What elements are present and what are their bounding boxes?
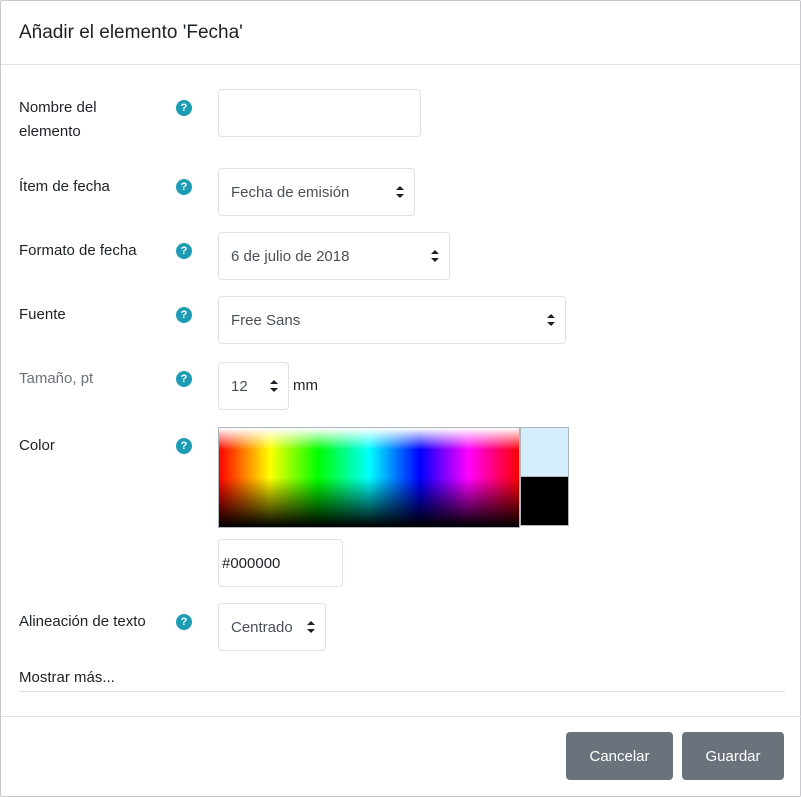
size-select[interactable]: 12 bbox=[218, 362, 289, 410]
alignment-label: Alineación de texto bbox=[19, 613, 146, 630]
date-item-label: Ítem de fecha bbox=[19, 178, 110, 195]
help-icon-alignment[interactable]: ? bbox=[176, 614, 192, 630]
alignment-value: Centrado bbox=[231, 618, 293, 636]
font-select[interactable]: Free Sans bbox=[218, 296, 566, 344]
select-caret-icon bbox=[431, 250, 439, 262]
select-caret-icon bbox=[547, 314, 555, 326]
footer-divider bbox=[1, 716, 801, 717]
select-caret-icon bbox=[307, 621, 315, 633]
size-value: 12 bbox=[231, 377, 248, 395]
name-label: Nombre del elemento bbox=[19, 96, 169, 144]
help-icon-date-item[interactable]: ? bbox=[176, 179, 192, 195]
show-more-link[interactable]: Mostrar más... bbox=[19, 669, 115, 686]
date-item-value: Fecha de emisión bbox=[231, 183, 350, 201]
date-format-select[interactable]: 6 de julio de 2018 bbox=[218, 232, 450, 280]
date-format-label: Formato de fecha bbox=[19, 242, 137, 259]
select-caret-icon bbox=[396, 186, 404, 198]
cancel-button[interactable]: Cancelar bbox=[566, 732, 673, 780]
help-icon-font[interactable]: ? bbox=[176, 307, 192, 323]
save-button[interactable]: Guardar bbox=[682, 732, 784, 780]
size-label: Tamaño, pt bbox=[19, 370, 94, 387]
date-format-value: 6 de julio de 2018 bbox=[231, 247, 350, 265]
alignment-select[interactable]: Centrado bbox=[218, 603, 326, 651]
help-icon-color[interactable]: ? bbox=[176, 438, 192, 454]
help-icon-size[interactable]: ? bbox=[176, 371, 192, 387]
color-preview-selected bbox=[520, 476, 569, 526]
size-unit: mm bbox=[293, 377, 318, 394]
show-more-divider bbox=[19, 691, 785, 692]
element-name-input[interactable] bbox=[218, 89, 421, 137]
add-date-element-dialog: Añadir el elemento 'Fecha' Nombre del el… bbox=[0, 0, 801, 797]
color-hex-input[interactable] bbox=[218, 539, 343, 587]
color-spectrum-picker[interactable] bbox=[218, 427, 520, 528]
color-label: Color bbox=[19, 437, 55, 454]
font-value: Free Sans bbox=[231, 311, 301, 329]
select-caret-icon bbox=[270, 380, 278, 392]
date-item-select[interactable]: Fecha de emisión bbox=[218, 168, 415, 216]
name-label-line2: elemento bbox=[19, 123, 81, 140]
dialog-title: Añadir el elemento 'Fecha' bbox=[19, 21, 243, 43]
name-label-line1: Nombre del bbox=[19, 99, 97, 116]
color-preview-hover bbox=[520, 427, 569, 477]
dialog-header: Añadir el elemento 'Fecha' bbox=[1, 1, 800, 65]
help-icon-name[interactable]: ? bbox=[176, 100, 192, 116]
font-label: Fuente bbox=[19, 306, 66, 323]
help-icon-date-format[interactable]: ? bbox=[176, 243, 192, 259]
